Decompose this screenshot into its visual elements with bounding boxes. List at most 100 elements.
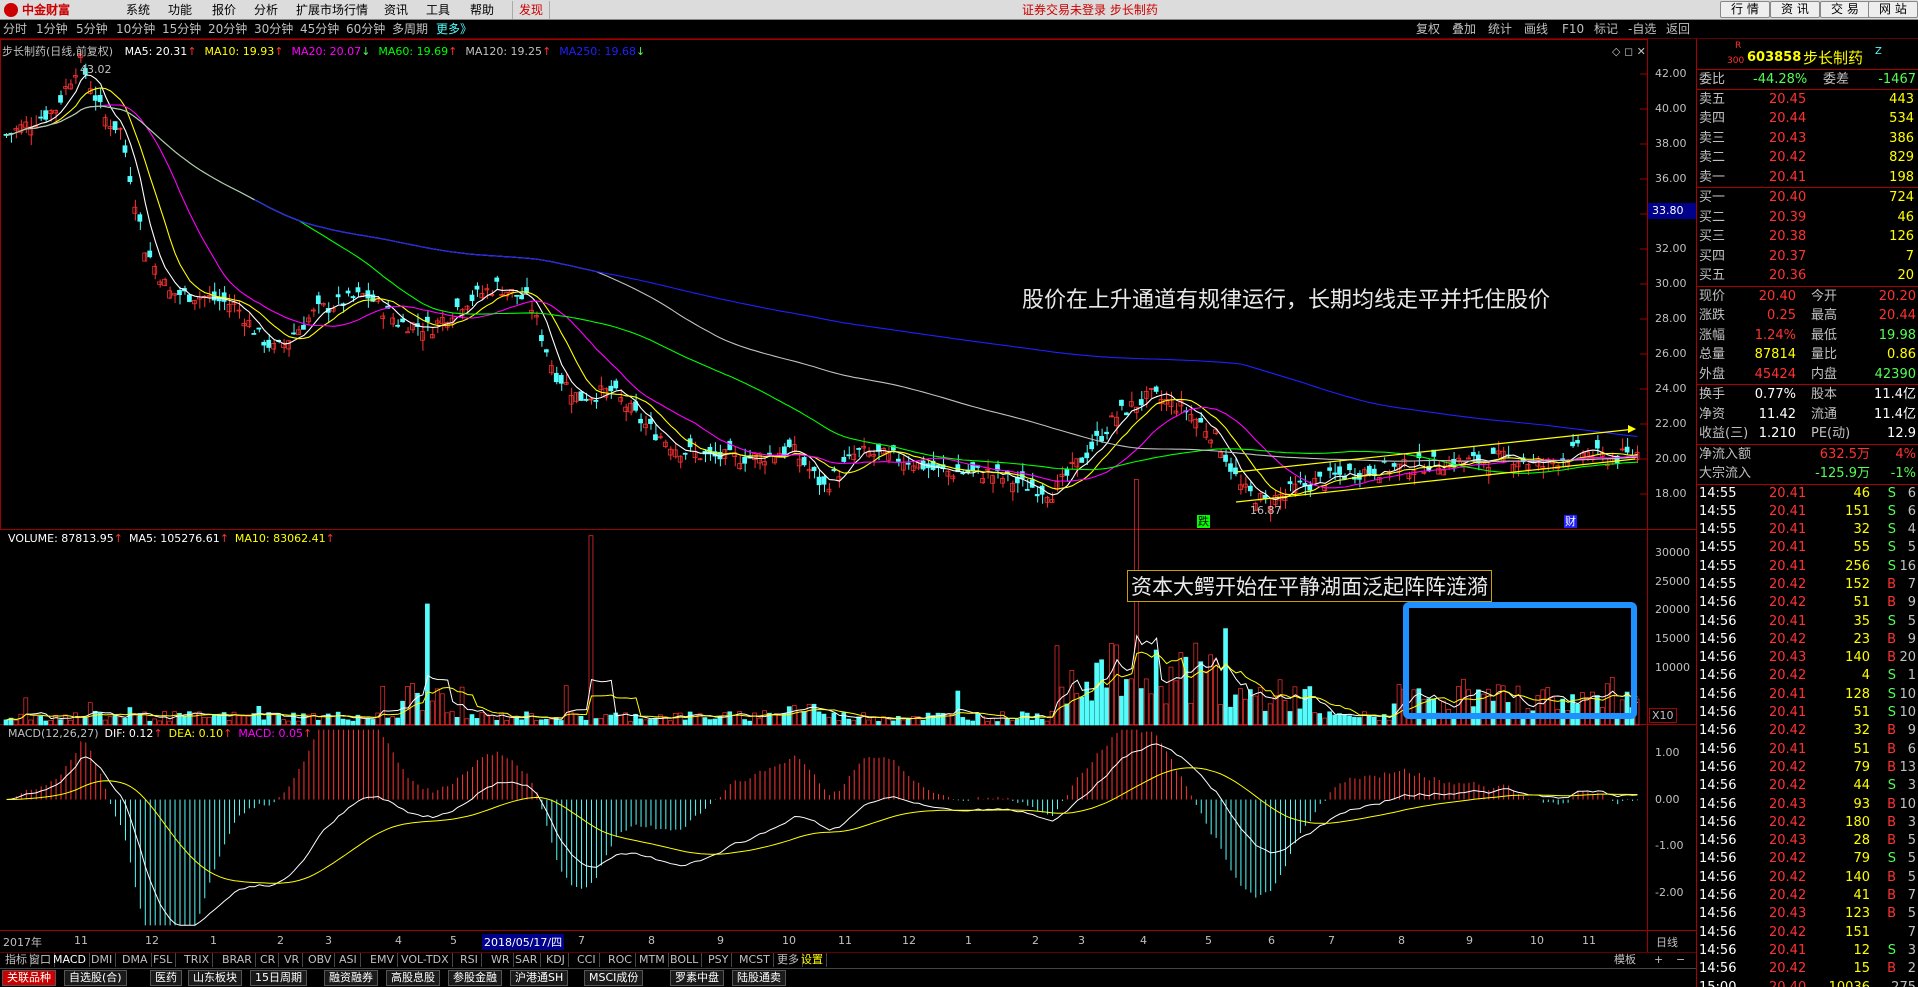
block-tab[interactable]: 高股息股 xyxy=(386,970,440,986)
menu-tools[interactable]: 工具 xyxy=(426,1,450,19)
stat-label: 股本 xyxy=(1811,387,1838,402)
period-20min[interactable]: 20分钟 xyxy=(208,22,247,37)
zoom-out-button[interactable]: − xyxy=(1676,953,1685,967)
toolbar-draw[interactable]: 画线 xyxy=(1524,21,1548,38)
tick-row: 14:56 20.42 4 S 1 xyxy=(1697,667,1918,685)
menu-news[interactable]: 资讯 xyxy=(384,1,408,19)
book-label: 卖五 xyxy=(1699,91,1726,107)
block-tab[interactable]: 融资融券 xyxy=(324,970,378,986)
candle-body xyxy=(73,75,78,78)
indicator-tab[interactable]: SAR xyxy=(512,953,542,967)
tick-list[interactable]: 14:55 20.41 46 S 6 14:55 20.41 151 S 6 14:55 20.41 3… xyxy=(1697,483,1918,987)
toolbar-watchlist[interactable]: -自选 xyxy=(1628,21,1656,38)
indicator-tab[interactable]: CR xyxy=(257,953,280,967)
indicator-tab[interactable]: VOL-TDX xyxy=(398,953,453,967)
toolbar-mark[interactable]: 标记 xyxy=(1594,21,1618,38)
legend-controls[interactable]: ◇ ◻ ✕ xyxy=(1612,45,1646,58)
menu-function[interactable]: 功能 xyxy=(168,1,192,19)
block-tab[interactable]: 15日周期 xyxy=(250,970,307,986)
volume-bar xyxy=(935,712,941,726)
menu-help[interactable]: 帮助 xyxy=(470,1,494,19)
indicator-tab[interactable]: BOLL xyxy=(667,953,703,967)
volume-bars xyxy=(3,479,1640,726)
block-tab[interactable]: MSCI成份 xyxy=(584,970,644,986)
toolbar-restore-right[interactable]: 复权 xyxy=(1416,21,1440,38)
period-15min[interactable]: 15分钟 xyxy=(162,22,201,37)
volume-bar xyxy=(1168,666,1174,726)
menu-quote[interactable]: 报价 xyxy=(212,1,236,19)
candle-body xyxy=(1074,458,1080,468)
period-5min[interactable]: 5分钟 xyxy=(76,22,108,37)
indicator-tab[interactable]: ASI xyxy=(336,953,361,967)
stat-row: 现价 20.40 今开 20.20 xyxy=(1697,287,1918,307)
stat-value: 1.24% xyxy=(1754,327,1796,343)
tick-time: 14:56 xyxy=(1699,924,1737,940)
block-tab[interactable]: 陆股通卖 xyxy=(732,970,786,986)
indicator-tab[interactable]: KDJ xyxy=(543,953,569,967)
marker-drop[interactable]: 跌 xyxy=(1197,515,1210,528)
chart-canvas[interactable] xyxy=(0,39,1696,952)
indicator-tab[interactable]: MACD xyxy=(50,953,90,967)
news-button[interactable]: 资 讯 xyxy=(1770,1,1820,18)
block-tab[interactable]: 自选股(合) xyxy=(64,970,127,986)
indicator-tab[interactable]: RSI xyxy=(457,953,482,967)
toolbar-f10[interactable]: F10 xyxy=(1562,21,1584,38)
period-1min[interactable]: 1分钟 xyxy=(36,22,68,37)
indicator-tab[interactable]: MCST xyxy=(736,953,774,967)
menu-analysis[interactable]: 分析 xyxy=(254,1,278,19)
indicator-tab[interactable]: FSL xyxy=(150,953,177,967)
menu-system[interactable]: 系统 xyxy=(126,1,150,19)
menu-extended-market[interactable]: 扩展市场行情 xyxy=(296,1,368,19)
candle-body xyxy=(831,469,837,472)
volume-bar xyxy=(1094,662,1099,726)
indicator-tab[interactable]: DMA xyxy=(119,953,152,967)
tick-time: 14:56 xyxy=(1699,942,1737,958)
website-button[interactable]: 网 站 xyxy=(1868,1,1918,18)
period-30min[interactable]: 30分钟 xyxy=(254,22,293,37)
volume-bar xyxy=(147,720,153,726)
block-tab[interactable]: 参股金融 xyxy=(448,970,502,986)
stock-header: R 300 603858 步长制药 Z xyxy=(1697,41,1918,69)
volume-bar xyxy=(608,714,614,726)
indicator-tab[interactable]: 设置 xyxy=(798,953,827,967)
market-button[interactable]: 行 情 xyxy=(1720,1,1770,18)
period-more[interactable]: 更多》 xyxy=(436,22,472,37)
block-tab[interactable]: 医药 xyxy=(150,970,182,986)
marker-finance[interactable]: 财 xyxy=(1564,515,1577,528)
tick-row: 14:56 20.42 44 S 3 xyxy=(1697,777,1918,795)
volume-bar xyxy=(687,711,693,726)
indicator-tab[interactable]: ROC xyxy=(605,953,636,967)
candle-body xyxy=(1570,441,1575,447)
indicator-tab[interactable]: OBV xyxy=(305,953,336,967)
indicator-tab[interactable]: MTM xyxy=(636,953,669,967)
block-tab[interactable]: 关联品种 xyxy=(2,970,56,986)
indicator-tab[interactable]: EMV xyxy=(367,953,398,967)
period-60min[interactable]: 60分钟 xyxy=(346,22,385,37)
indicator-tab[interactable]: VR xyxy=(281,953,304,967)
block-tab[interactable]: 沪港通SH xyxy=(510,970,569,986)
indicator-tab[interactable]: WR xyxy=(488,953,514,967)
toolbar-statistics[interactable]: 统计 xyxy=(1488,21,1512,38)
indicator-tab[interactable]: CCI xyxy=(574,953,600,967)
menu-discover[interactable]: 发现 xyxy=(512,1,551,19)
trade-button[interactable]: 交 易 xyxy=(1820,1,1870,18)
toolbar-overlay[interactable]: 叠加 xyxy=(1452,21,1476,38)
flow-label: 大宗流入 xyxy=(1699,466,1752,481)
zoom-in-button[interactable]: + xyxy=(1654,953,1663,967)
indicator-tab[interactable]: DMI xyxy=(88,953,117,967)
period-45min[interactable]: 45分钟 xyxy=(300,22,339,37)
x-axis-label: 10 xyxy=(782,934,796,947)
indicator-tab[interactable]: BRAR xyxy=(219,953,256,967)
tick-side: B xyxy=(1887,833,1896,849)
toolbar-back[interactable]: 返回 xyxy=(1666,21,1690,38)
block-tab[interactable]: 山东板块 xyxy=(188,970,242,986)
period-10min[interactable]: 10分钟 xyxy=(116,22,155,37)
logo-icon xyxy=(4,3,18,17)
period-multi[interactable]: 多周期 xyxy=(392,22,428,37)
indicator-tab[interactable]: TRIX xyxy=(181,953,214,967)
template-button[interactable]: 模板 xyxy=(1614,953,1636,967)
period-timeshare[interactable]: 分时 xyxy=(3,22,27,37)
block-tab[interactable]: 罗素中盘 xyxy=(670,970,724,986)
indicator-tab[interactable]: PSY xyxy=(705,953,733,967)
tick-time: 14:55 xyxy=(1699,485,1737,501)
